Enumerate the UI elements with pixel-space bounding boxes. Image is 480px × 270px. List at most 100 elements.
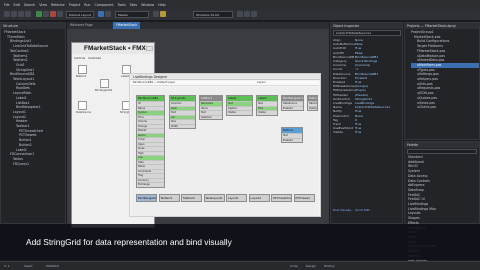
selected-object-select[interactable]: LinkGridToDataSource1 [333, 30, 401, 36]
property-list[interactable]: AlignNoneAutoBufferCountFalseAutoEditTru… [333, 38, 402, 135]
open-icon[interactable] [11, 11, 17, 17]
binding-field[interactable]: TabIndex [308, 101, 317, 106]
quick-edit-link[interactable]: Quick Edit... [355, 208, 372, 212]
binding-field[interactable]: Width [170, 123, 195, 129]
component-chip[interactable]: PSTViewed [293, 194, 315, 202]
form-tab-controls[interactable]: Controls [74, 56, 85, 61]
save-icon[interactable] [18, 11, 24, 17]
menu-item[interactable]: File [4, 3, 10, 7]
binding-card-fields: Text Caption Visible [227, 101, 252, 115]
bindings-list-icon[interactable] [100, 79, 109, 88]
object-inspector: Object Inspector LinkGridToDataSource1 A… [330, 22, 403, 224]
layout-icon[interactable] [105, 11, 111, 17]
project-manager: Projects — FMarketStack.dproj ProjectGro… [404, 22, 480, 140]
binding-card-fields: ID Name Symbol Price Volume Change Market Secto… [137, 101, 164, 187]
menu-item[interactable]: Window [141, 3, 154, 7]
object-inspector-title: Object Inspector [331, 23, 402, 29]
binding-field[interactable]: Enabled [282, 105, 303, 111]
pause-icon[interactable] [43, 11, 49, 17]
stop-icon[interactable] [50, 11, 56, 17]
component-chip[interactable]: Layout2 [248, 194, 270, 202]
binding-card-fields: DataSource Enabled [282, 101, 303, 110]
livebindings-canvas[interactable]: BindSourceDB1 ID Name Symbol Price Volume Chan… [131, 87, 319, 216]
binding-field[interactable]: Visible [308, 105, 317, 111]
layers-label: Layers [257, 81, 266, 84]
binding-field[interactable]: Selected [200, 114, 222, 120]
inspector-footer: Bind Visually... Quick Edit... [333, 208, 402, 212]
save-all-icon[interactable] [25, 11, 31, 17]
layout-save-icon[interactable] [98, 11, 104, 17]
binding-card-fields: Text Enabled [282, 133, 302, 142]
component-chip[interactable]: Layout1 [226, 194, 247, 202]
bind-visually-link[interactable]: Bind Visually... [333, 208, 353, 212]
component-chip[interactable]: PSTUnwatched [271, 194, 292, 202]
menu-item[interactable]: Edit [14, 3, 20, 7]
structure-item[interactable]: FDQuery1 [4, 162, 65, 167]
component-chip[interactable]: TabItem2 [181, 194, 202, 202]
tab-design[interactable]: Design [306, 264, 316, 268]
component-chip[interactable]: TableLayout1 [203, 194, 225, 202]
tab-code[interactable]: Code [290, 264, 298, 268]
style-icon[interactable] [160, 11, 166, 17]
form-tab-controls2[interactable]: Controls2 [88, 56, 101, 61]
palette-search-input[interactable] [407, 149, 477, 154]
binding-card[interactable]: Label2 Text Hint Visible [256, 95, 278, 116]
binding-card-fields: TabIndexVisible [308, 101, 317, 110]
view-icon[interactable] [153, 11, 159, 17]
step-icon[interactable] [57, 11, 63, 17]
component-chip[interactable]: TabItem1 [158, 194, 180, 202]
binding-card[interactable]: BindSourceDB1 ID Name Symbol Price Volume Chan… [136, 95, 165, 188]
platform-select[interactable]: Windows 32-bit [193, 11, 233, 18]
menu-item[interactable]: Tools [118, 3, 126, 7]
menu-item[interactable]: Help [158, 3, 166, 7]
device-select[interactable]: Master [115, 11, 149, 18]
project-tree[interactable]: ProjectGroup1 MarketStack.exe Build Config… [405, 29, 479, 110]
menu-item[interactable]: Tabs [130, 3, 137, 7]
menu-item[interactable]: Run [84, 3, 90, 7]
tab-history[interactable]: History [324, 264, 335, 268]
datasource-icon[interactable] [78, 101, 87, 110]
menu-bar: File Edit Search View Refactor Project Run Comp… [0, 0, 480, 9]
modified-status: Modified [46, 264, 59, 268]
palette-panel: Palette Standard Additional Win32 System Dat… [404, 141, 480, 262]
compile-icon[interactable] [244, 11, 250, 17]
binding-field[interactable]: Enabled [282, 137, 302, 143]
binding-card[interactable]: Button1 Text Enabled [281, 127, 303, 143]
menu-item[interactable]: View [39, 3, 47, 7]
livebindings-title: LiveBindings Designer [130, 74, 320, 80]
menu-item[interactable]: Component [95, 3, 114, 7]
button-component-icon[interactable] [78, 65, 87, 74]
binding-field[interactable]: Visible [227, 110, 252, 115]
binding-card[interactable]: BindNavigator1 DataSource Enabled [281, 95, 304, 111]
binding-card-fields: ItemIndex Items Text Selected [200, 101, 222, 119]
property-value[interactable]: True [355, 130, 361, 134]
menu-item[interactable]: Project [69, 3, 80, 7]
status-bar: 1: 1 Insert Modified Code Design History [0, 261, 480, 270]
livebindings-header: BindSourceDB1 — Default Layer Layers [131, 81, 319, 86]
livebindings-designer[interactable]: LiveBindings Designer BindSourceDB1 — De… [129, 73, 321, 217]
binding-card[interactable]: StringGrid1 Columns Cells Text Col Row Width [169, 95, 196, 129]
new-icon[interactable] [4, 11, 10, 17]
binding-field[interactable]: Exchange [137, 182, 164, 187]
menu-item[interactable]: Refactor [51, 3, 65, 7]
menu-item[interactable]: Search [24, 3, 35, 7]
component-chip[interactable]: BindNavigator1 [136, 194, 157, 202]
property-row[interactable]: Visible True [333, 130, 402, 134]
designer-area: Welcome Page FMarketStack FMarketStack •… [67, 22, 329, 228]
run-icon[interactable] [36, 11, 42, 17]
binding-card[interactable]: Label1 Text Caption Visible [226, 95, 253, 116]
palette-title: Palette [405, 142, 479, 148]
button-component-label: Button1 [76, 75, 87, 78]
layout-select[interactable]: Default Layout [66, 11, 94, 18]
binding-field[interactable]: Visible [257, 110, 277, 115]
binding-card[interactable]: TabControl1TabIndexVisible [307, 95, 318, 111]
deploy-icon[interactable] [237, 11, 243, 17]
tab-welcome[interactable]: Welcome Page [70, 23, 93, 27]
tab-form[interactable]: FMarketStack [113, 22, 140, 29]
project-item[interactable]: uCharts.pas [411, 105, 479, 110]
structure-tree[interactable]: FMarketStack TFormMain BindingsList1 LinkGr… [1, 29, 65, 166]
build-icon[interactable] [251, 11, 257, 17]
binding-card[interactable]: ListBox1 ItemIndex Items Text Selected [199, 95, 223, 120]
close-icon[interactable] [146, 46, 153, 51]
designer-tabs: Welcome Page FMarketStack [67, 22, 329, 29]
